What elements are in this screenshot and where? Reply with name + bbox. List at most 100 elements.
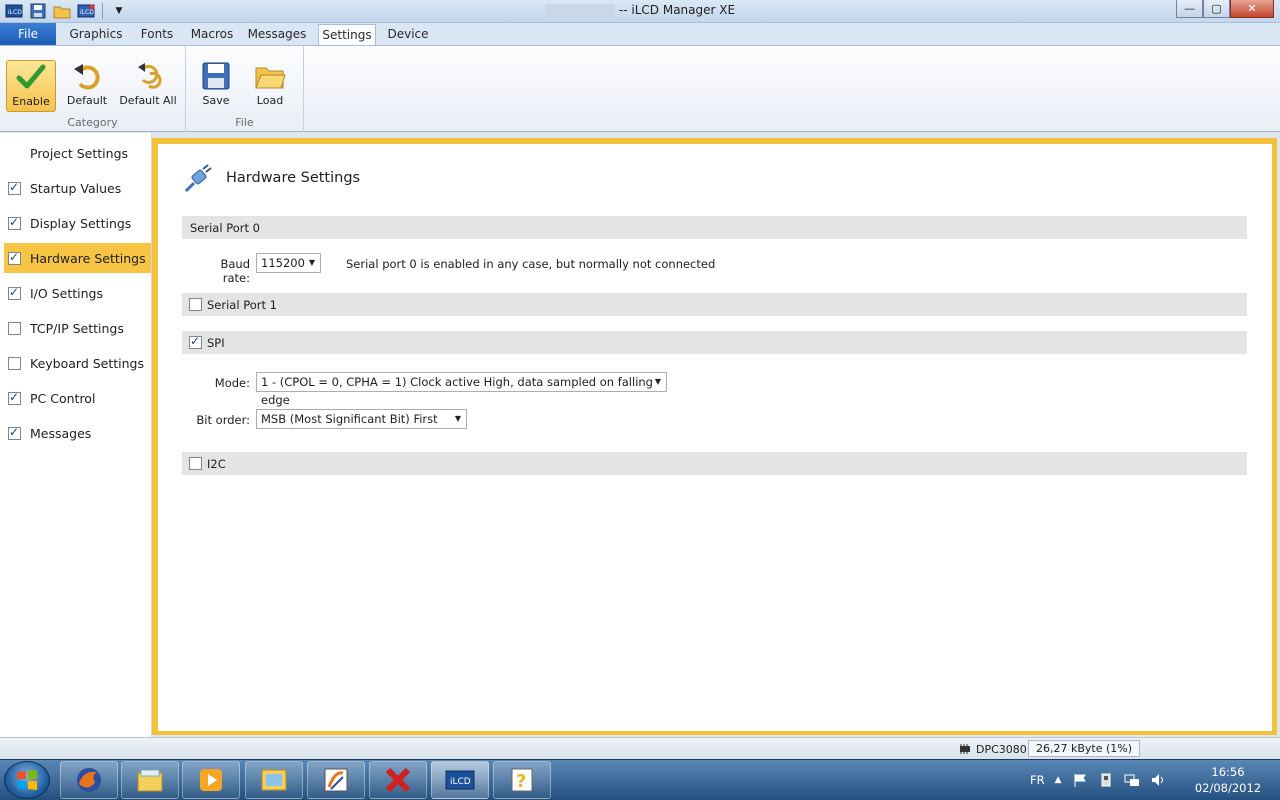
hardware-settings-checkbox[interactable] <box>8 250 21 265</box>
nav-item-hardware-settings[interactable]: Hardware Settings <box>4 243 151 273</box>
ribbon-tab-bar: File Graphics Fonts Macros Messages Sett… <box>0 23 1280 46</box>
nav-item-project-settings[interactable]: Project Settings <box>4 138 151 168</box>
i2c-header: I2C <box>182 452 1247 475</box>
taskbar-media-player[interactable] <box>182 761 240 799</box>
spi-mode-select[interactable]: 1 - (CPOL = 0, CPHA = 1) Clock active Hi… <box>256 372 667 407</box>
nav-item-label: Messages <box>30 425 92 441</box>
tcpip-settings-checkbox[interactable] <box>8 321 21 335</box>
media-player-icon <box>200 769 222 791</box>
tab-file[interactable]: File <box>0 23 56 45</box>
file-explorer-icon <box>137 769 163 792</box>
taskbar-firefox[interactable] <box>60 761 118 799</box>
nav-item-io-settings[interactable]: I/O Settings <box>4 278 151 308</box>
serial-port-1-checkbox[interactable] <box>189 298 202 311</box>
spi-checkbox[interactable] <box>189 334 202 349</box>
safely-remove-hardware-icon[interactable] <box>1098 772 1114 788</box>
default-all-label: Default All <box>119 94 177 107</box>
undo-all-arrows-icon <box>138 63 162 89</box>
bit-order-label: Bit order: <box>196 413 250 427</box>
show-hidden-icons-icon[interactable]: ▲ <box>1055 775 1062 785</box>
nav-item-label: Startup Values <box>30 180 122 196</box>
spi-mode-label: Mode: <box>214 376 250 390</box>
baud-rate-select[interactable]: 115200 ▼ <box>256 253 321 273</box>
taskbar-clock[interactable]: 16:56 02/08/2012 <box>1188 764 1268 796</box>
floppy-disk-icon <box>202 62 230 90</box>
clock-date: 02/08/2012 <box>1194 781 1262 795</box>
tab-macros[interactable]: Macros <box>186 23 238 45</box>
language-indicator[interactable]: FR <box>1030 773 1045 787</box>
default-label: Default <box>66 94 108 107</box>
tab-device[interactable]: Device <box>384 23 432 45</box>
tab-fonts[interactable]: Fonts <box>134 23 180 45</box>
volume-icon[interactable] <box>1150 772 1166 788</box>
svg-text:?: ? <box>516 771 526 792</box>
nav-item-messages[interactable]: Messages <box>4 418 151 448</box>
image-viewer-icon <box>261 769 287 791</box>
nav-item-label: Project Settings <box>30 145 129 161</box>
i2c-label[interactable]: I2C <box>207 457 226 471</box>
default-all-button[interactable]: Default All <box>118 60 178 112</box>
ilcd-manager-icon: iLCD <box>445 770 475 790</box>
help-icon: ? <box>511 768 533 792</box>
nav-item-label: Hardware Settings <box>30 250 146 266</box>
serial-port-0-note: Serial port 0 is enabled in any case, bu… <box>346 257 716 271</box>
serial-port-1-header: Serial Port 1 <box>182 293 1247 316</box>
load-button[interactable]: Load <box>248 60 292 112</box>
display-settings-checkbox[interactable] <box>8 215 21 230</box>
spi-label[interactable]: SPI <box>207 336 225 350</box>
i2c-checkbox[interactable] <box>189 457 202 470</box>
taskbar-red-x-app[interactable] <box>369 761 427 799</box>
nav-item-keyboard-settings[interactable]: Keyboard Settings <box>4 348 151 378</box>
page-title: Hardware Settings <box>226 170 361 186</box>
baud-rate-value: 115200 <box>261 256 305 270</box>
spi-header: SPI <box>182 331 1247 354</box>
chevron-down-icon: ▼ <box>308 258 315 267</box>
minimize-button[interactable]: — <box>1176 0 1203 18</box>
svg-text:iLCD: iLCD <box>450 777 471 787</box>
io-settings-checkbox[interactable] <box>8 285 21 300</box>
nav-item-label: I/O Settings <box>30 285 103 301</box>
default-button[interactable]: Default <box>64 60 110 112</box>
windows-taskbar: iLCD ? FR ▲ 16:56 02/08/2012 <box>0 759 1280 800</box>
drawing-app-icon <box>324 768 348 792</box>
undo-arrow-icon <box>74 64 100 90</box>
nav-item-pc-control[interactable]: PC Control <box>4 383 151 413</box>
messages-checkbox[interactable] <box>8 425 21 440</box>
pc-control-checkbox[interactable] <box>8 390 21 405</box>
nav-item-label: Display Settings <box>30 215 132 231</box>
ribbon-group-label-category: Category <box>67 116 118 129</box>
plug-cable-icon <box>184 164 212 193</box>
bit-order-select[interactable]: MSB (Most Significant Bit) First ▼ <box>256 409 467 429</box>
serial-port-1-label[interactable]: Serial Port 1 <box>207 298 277 312</box>
tab-messages[interactable]: Messages <box>246 23 308 45</box>
checkmark-icon <box>16 64 46 89</box>
device-name: DPC3080 <box>976 742 1027 756</box>
taskbar-drawing-app[interactable] <box>307 761 365 799</box>
network-icon[interactable] <box>1124 772 1140 788</box>
startup-values-checkbox[interactable] <box>8 180 21 195</box>
maximize-button[interactable]: ▢ <box>1203 0 1230 18</box>
settings-category-list: Project Settings Startup Values Display … <box>0 133 152 737</box>
nav-item-display-settings[interactable]: Display Settings <box>4 208 151 238</box>
baud-rate-label: Baud rate: <box>220 257 250 285</box>
action-center-flag-icon[interactable] <box>1072 772 1088 788</box>
close-button[interactable]: ✕ <box>1230 0 1274 18</box>
redacted-filename <box>544 3 615 18</box>
start-button[interactable] <box>4 761 50 799</box>
taskbar-help[interactable]: ? <box>493 761 551 799</box>
keyboard-settings-checkbox[interactable] <box>8 356 21 370</box>
taskbar-explorer[interactable] <box>121 761 179 799</box>
enable-label: Enable <box>12 95 50 108</box>
nav-item-tcpip-settings[interactable]: TCP/IP Settings <box>4 313 151 343</box>
enable-button[interactable]: Enable <box>6 60 56 112</box>
taskbar-ilcd-manager[interactable]: iLCD <box>431 761 489 799</box>
tab-settings[interactable]: Settings <box>318 24 376 46</box>
tab-graphics[interactable]: Graphics <box>64 23 128 45</box>
status-bar: DPC3080 26,27 kByte (1%) <box>0 737 1280 759</box>
save-label: Save <box>202 94 230 107</box>
taskbar-image-viewer[interactable] <box>245 761 303 799</box>
serial-port-0-header: Serial Port 0 <box>182 216 1247 239</box>
bit-order-value: MSB (Most Significant Bit) First <box>261 412 438 426</box>
save-button[interactable]: Save <box>194 60 238 112</box>
nav-item-startup-values[interactable]: Startup Values <box>4 173 151 203</box>
